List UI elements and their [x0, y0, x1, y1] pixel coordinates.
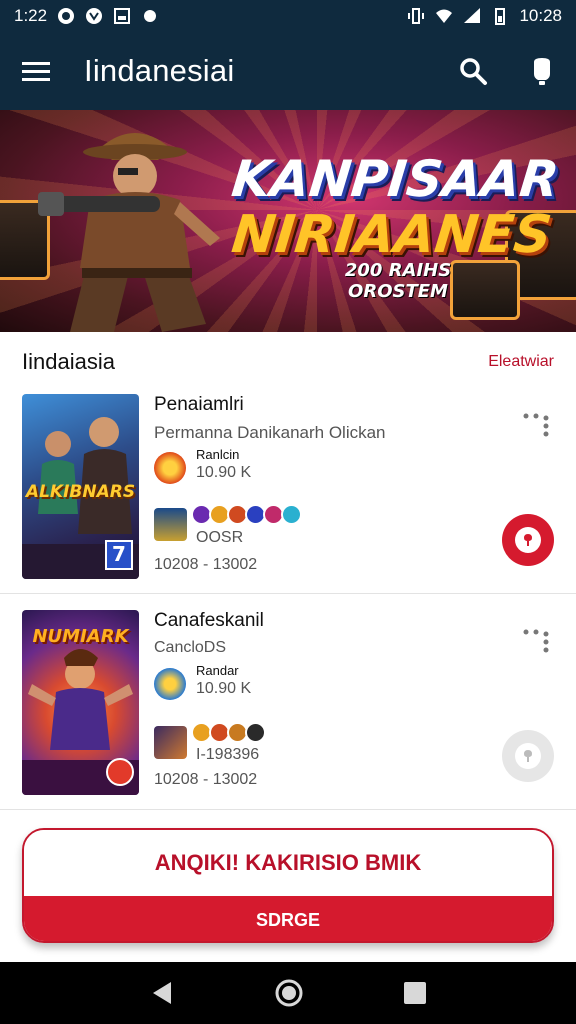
- app-title: Iindanesiai: [84, 53, 235, 88]
- favorite-icon: [515, 527, 541, 553]
- rating-label: Ranlcin: [196, 447, 240, 462]
- banner-title-line1: KANPISAAR: [228, 150, 562, 208]
- banner-hero-character: [38, 133, 220, 332]
- battery-icon: [495, 8, 506, 25]
- app-bar: Iindanesiai: [0, 32, 576, 110]
- vibrate-icon: [408, 8, 425, 24]
- provider-code: OOSR: [196, 529, 244, 546]
- game-name[interactable]: Canafeskanil: [154, 610, 264, 632]
- notification-gallery-icon: [114, 8, 131, 24]
- menu-icon[interactable]: [22, 60, 50, 82]
- chip-row: [191, 722, 266, 743]
- game-thumbnail[interactable]: ALKIBNARS 7: [22, 394, 139, 579]
- signal-icon: [464, 8, 481, 23]
- section-title: Iindaiasia: [22, 349, 115, 374]
- wifi-icon: [436, 9, 453, 23]
- thumbnail-badge: [106, 758, 134, 786]
- game-thumbnail[interactable]: NUMIARK: [22, 610, 139, 795]
- game-name[interactable]: Penaiamlri: [154, 394, 244, 416]
- status-clock: 10:28: [519, 6, 562, 25]
- rating-icon: [154, 668, 186, 700]
- section-more-link[interactable]: Eleatwiar: [488, 353, 554, 371]
- more-options-icon[interactable]: [522, 626, 550, 654]
- provider-code: I-198396: [196, 746, 260, 763]
- play-button[interactable]: [502, 730, 554, 782]
- thumbnail-badge: 7: [105, 540, 133, 570]
- thumbnail-title: ALKIBNARS: [25, 482, 136, 502]
- back-icon[interactable]: [149, 980, 175, 1006]
- promo-banner[interactable]: KANPISAAR NIRIAANES 200 RAIHS OROSTEM: [0, 110, 576, 332]
- provider-icon: [154, 508, 187, 541]
- status-bar: 1:22 10:28: [0, 0, 576, 32]
- rating-value: 10.90 K: [196, 464, 252, 481]
- status-time: 1:22: [14, 6, 48, 25]
- notification-bell-icon[interactable]: [530, 56, 554, 86]
- system-nav-bar: [0, 962, 576, 1024]
- game-subtitle: CancloDS: [154, 639, 227, 656]
- list-item[interactable]: NUMIARK Canafeskanil CancloDS Randar 10.…: [0, 610, 576, 810]
- bet-range: 10208 - 13002: [154, 556, 258, 573]
- chip-row: [191, 504, 302, 525]
- chip-icon: [245, 722, 266, 743]
- rating-icon: [154, 452, 186, 484]
- notification-app-icon: [58, 8, 75, 24]
- rating-label: Randar: [196, 663, 239, 678]
- recents-icon[interactable]: [403, 981, 427, 1005]
- promo-cta-card[interactable]: ANQIKI! KAKIRISIO BMIK SDRGE: [22, 828, 554, 943]
- thumbnail-title: NUMIARK: [32, 626, 129, 647]
- home-icon[interactable]: [274, 978, 304, 1008]
- banner-title-line2: NIRIAANES: [228, 205, 555, 265]
- chip-icon: [281, 504, 302, 525]
- search-icon[interactable]: [458, 56, 488, 86]
- game-subtitle: Permanna Danikanarh Olickan: [154, 423, 386, 442]
- list-item[interactable]: ALKIBNARS 7 Penaiamlri Permanna Danikana…: [0, 394, 576, 594]
- favorite-icon: [515, 743, 541, 769]
- more-options-icon[interactable]: [522, 410, 550, 438]
- cta-headline: ANQIKI! KAKIRISIO BMIK: [24, 830, 552, 896]
- cta-button[interactable]: SDRGE: [24, 896, 552, 941]
- notification-shield-icon: [86, 8, 103, 24]
- provider-icon: [154, 726, 187, 759]
- bet-range: 10208 - 13002: [154, 771, 258, 788]
- notification-dot-icon: [144, 10, 157, 22]
- rating-value: 10.90 K: [196, 680, 252, 697]
- play-button[interactable]: [502, 514, 554, 566]
- banner-subtitle: 200 RAIHS OROSTEM: [344, 260, 452, 302]
- section-header: Iindaiasia Eleatwiar: [0, 332, 576, 392]
